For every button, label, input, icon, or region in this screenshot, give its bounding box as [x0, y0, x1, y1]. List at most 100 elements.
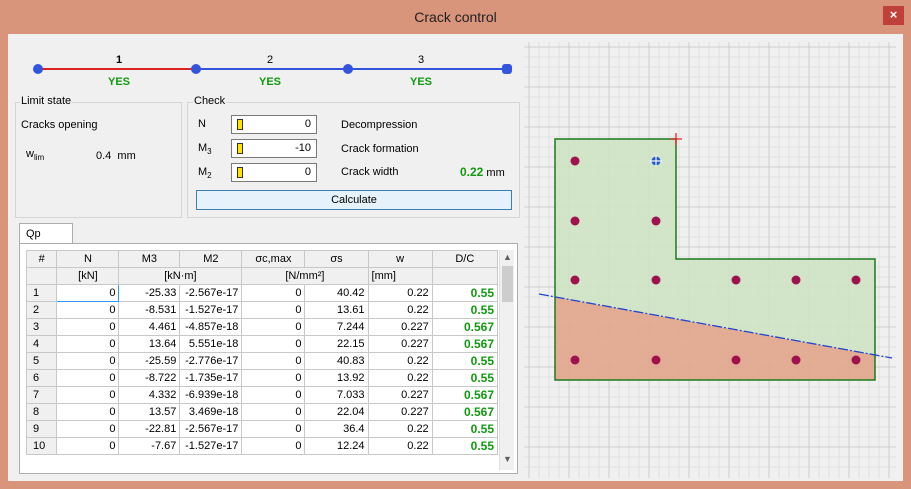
cell-m3[interactable]: 13.64: [118, 335, 181, 353]
cell-sigma-c[interactable]: 0: [241, 284, 306, 302]
cell-n[interactable]: 0: [56, 284, 120, 302]
table-row[interactable]: 8 0 13.57 3.469e-18 0 22.04 0.227 0.567: [25, 403, 499, 421]
cell-m3[interactable]: 13.57: [118, 403, 181, 421]
cell-w[interactable]: 0.22: [367, 369, 433, 387]
cell-n[interactable]: 0: [56, 403, 120, 421]
cell-w[interactable]: 0.227: [367, 335, 433, 353]
cell-sigma-c[interactable]: 0: [241, 369, 306, 387]
cell-n[interactable]: 0: [56, 301, 120, 319]
cell-m2[interactable]: -1.527e-17: [179, 437, 243, 455]
n-input[interactable]: 0: [231, 115, 317, 134]
cell-w[interactable]: 0.227: [367, 318, 433, 336]
cell-dc[interactable]: 0.55: [431, 369, 499, 387]
cell-sigma-s[interactable]: 36.4: [304, 420, 369, 438]
cell-m2[interactable]: -4.857e-18: [179, 318, 243, 336]
cell-dc[interactable]: 0.55: [431, 420, 499, 438]
col-header-m3[interactable]: M3: [118, 250, 181, 268]
tab-qp[interactable]: Qp: [19, 223, 73, 244]
table-row[interactable]: 9 0 -22.81 -2.567e-17 0 36.4 0.22 0.55: [25, 420, 499, 438]
cell-m3[interactable]: -7.67: [118, 437, 181, 455]
step-dot-2[interactable]: [343, 64, 353, 74]
table-row[interactable]: 6 0 -8.722 -1.735e-17 0 13.92 0.22 0.55: [25, 369, 499, 387]
cell-sigma-s[interactable]: 12.24: [304, 437, 369, 455]
cell-w[interactable]: 0.22: [367, 437, 433, 455]
cell-sigma-s[interactable]: 7.244: [304, 318, 369, 336]
table-row[interactable]: 7 0 4.332 -6.939e-18 0 7.033 0.227 0.567: [25, 386, 499, 404]
cell-m2[interactable]: -2.567e-17: [179, 284, 243, 302]
cell-n[interactable]: 0: [56, 352, 120, 370]
cell-sigma-c[interactable]: 0: [241, 352, 306, 370]
step-dot-1[interactable]: [191, 64, 201, 74]
cell-w[interactable]: 0.227: [367, 386, 433, 404]
cell-m3[interactable]: -25.33: [118, 284, 181, 302]
cell-dc[interactable]: 0.55: [431, 284, 499, 302]
chevron-up-icon[interactable]: ▲: [500, 252, 515, 262]
cell-n[interactable]: 0: [56, 437, 120, 455]
table-vertical-scrollbar[interactable]: ▲ ▼: [499, 250, 514, 470]
cell-sigma-s[interactable]: 13.61: [304, 301, 369, 319]
cell-w[interactable]: 0.227: [367, 403, 433, 421]
m3-input[interactable]: -10: [231, 139, 317, 158]
cell-sigma-c[interactable]: 0: [241, 437, 306, 455]
m2-input[interactable]: 0: [231, 163, 317, 182]
col-header-n[interactable]: N: [56, 250, 120, 268]
table-row[interactable]: 4 0 13.64 5.551e-18 0 22.15 0.227 0.567: [25, 335, 499, 353]
col-header-dc[interactable]: D/C: [431, 250, 499, 268]
cell-sigma-s[interactable]: 22.04: [304, 403, 369, 421]
cell-sigma-s[interactable]: 7.033: [304, 386, 369, 404]
cell-m3[interactable]: 4.461: [118, 318, 181, 336]
cell-sigma-s[interactable]: 22.15: [304, 335, 369, 353]
col-header-w[interactable]: w: [367, 250, 433, 268]
col-header-index[interactable]: #: [25, 250, 58, 268]
cell-m2[interactable]: -1.527e-17: [179, 301, 243, 319]
cell-dc[interactable]: 0.567: [431, 335, 499, 353]
cell-w[interactable]: 0.22: [367, 420, 433, 438]
cell-sigma-c[interactable]: 0: [241, 403, 306, 421]
close-button[interactable]: ×: [883, 6, 904, 25]
cell-dc[interactable]: 0.55: [431, 301, 499, 319]
chevron-down-icon[interactable]: ▼: [500, 454, 515, 464]
cell-w[interactable]: 0.22: [367, 352, 433, 370]
table-row[interactable]: 5 0 -25.59 -2.776e-17 0 40.83 0.22 0.55: [25, 352, 499, 370]
cell-sigma-c[interactable]: 0: [241, 420, 306, 438]
cell-dc[interactable]: 0.567: [431, 318, 499, 336]
cell-n[interactable]: 0: [56, 318, 120, 336]
cell-n[interactable]: 0: [56, 335, 120, 353]
cell-sigma-c[interactable]: 0: [241, 335, 306, 353]
cell-m3[interactable]: -8.722: [118, 369, 181, 387]
cell-sigma-s[interactable]: 40.42: [304, 284, 369, 302]
cell-dc[interactable]: 0.55: [431, 437, 499, 455]
table-row[interactable]: 2 0 -8.531 -1.527e-17 0 13.61 0.22 0.55: [25, 301, 499, 319]
cell-sigma-s[interactable]: 40.83: [304, 352, 369, 370]
cell-m2[interactable]: -6.939e-18: [179, 386, 243, 404]
cell-sigma-c[interactable]: 0: [241, 301, 306, 319]
cell-m2[interactable]: 3.469e-18: [179, 403, 243, 421]
scrollbar-thumb[interactable]: [502, 266, 513, 302]
cell-w[interactable]: 0.22: [367, 301, 433, 319]
title-bar[interactable]: Crack control ×: [0, 0, 911, 34]
section-drawing-canvas[interactable]: [524, 42, 896, 478]
cell-n[interactable]: 0: [56, 386, 120, 404]
cell-dc[interactable]: 0.567: [431, 386, 499, 404]
table-row[interactable]: 10 0 -7.67 -1.527e-17 0 12.24 0.22 0.55: [25, 437, 499, 455]
cell-m2[interactable]: -1.735e-17: [179, 369, 243, 387]
col-header-m2[interactable]: M2: [179, 250, 243, 268]
cell-w[interactable]: 0.22: [367, 284, 433, 302]
cell-m3[interactable]: 4.332: [118, 386, 181, 404]
cell-m2[interactable]: -2.567e-17: [179, 420, 243, 438]
cell-sigma-s[interactable]: 13.92: [304, 369, 369, 387]
cell-m2[interactable]: 5.551e-18: [179, 335, 243, 353]
cell-n[interactable]: 0: [56, 369, 120, 387]
col-header-sigma-c[interactable]: σc,max: [241, 250, 306, 268]
table-row[interactable]: 1 0 -25.33 -2.567e-17 0 40.42 0.22 0.55: [25, 284, 499, 302]
cell-dc[interactable]: 0.55: [431, 352, 499, 370]
cell-m2[interactable]: -2.776e-17: [179, 352, 243, 370]
cell-sigma-c[interactable]: 0: [241, 386, 306, 404]
col-header-sigma-s[interactable]: σs: [304, 250, 369, 268]
calculate-button[interactable]: Calculate: [196, 190, 512, 210]
cell-n[interactable]: 0: [56, 420, 120, 438]
cell-m3[interactable]: -8.531: [118, 301, 181, 319]
cell-m3[interactable]: -22.81: [118, 420, 181, 438]
cell-m3[interactable]: -25.59: [118, 352, 181, 370]
table-row[interactable]: 3 0 4.461 -4.857e-18 0 7.244 0.227 0.567: [25, 318, 499, 336]
